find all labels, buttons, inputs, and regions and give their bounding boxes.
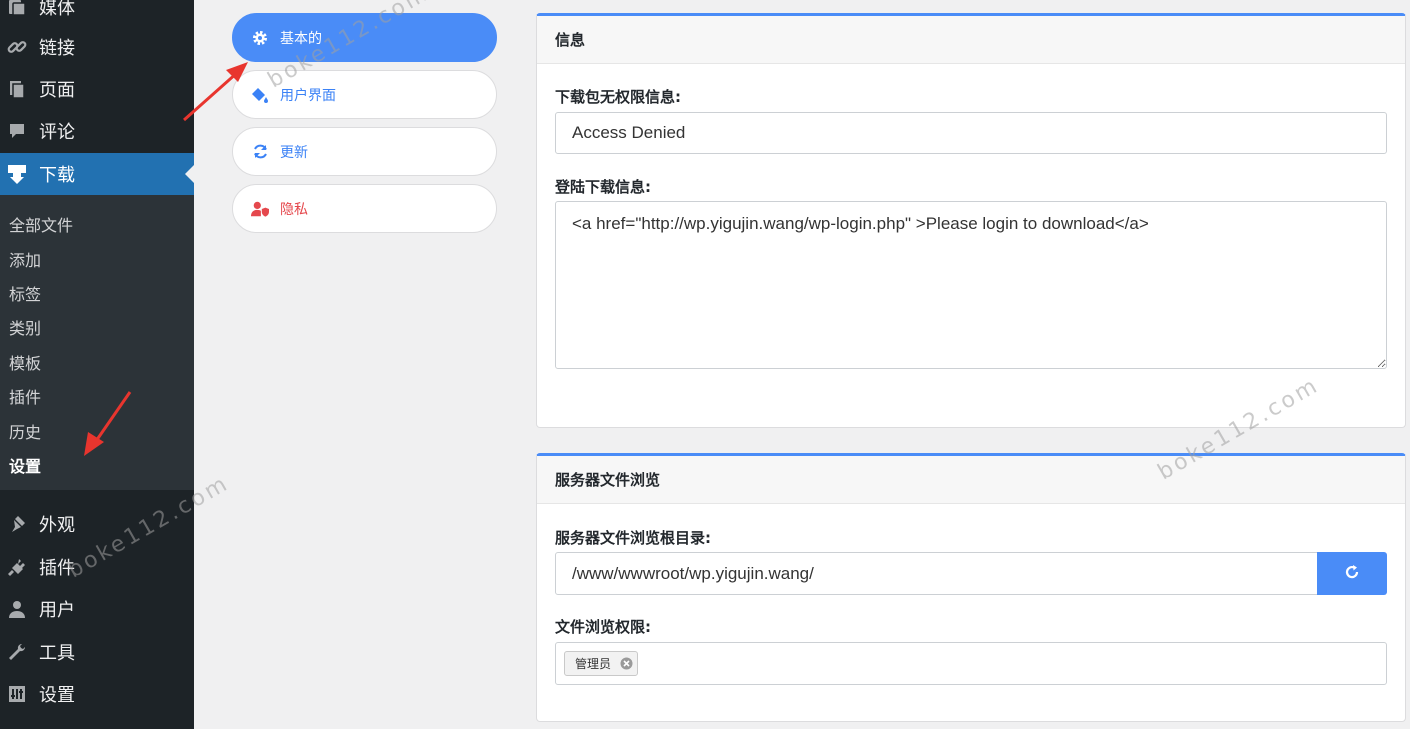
info-panel: 信息 下载包无权限信息: 登陆下载信息: <a href="http://wp.… bbox=[536, 13, 1406, 428]
menu-plugins-label: 插件 bbox=[39, 558, 75, 579]
gear-icon bbox=[251, 29, 269, 47]
admin-sidebar: 媒体 链接 页面 评论 下载 全部文件 添加 标签 类别 模板 插件 历史 设置 bbox=[0, 0, 194, 729]
plugins-icon bbox=[6, 556, 28, 578]
tab-basic-label: 基本的 bbox=[280, 30, 322, 47]
info-panel-title: 信息 bbox=[537, 16, 1405, 64]
comments-icon bbox=[6, 120, 28, 142]
menu-appearance-label: 外观 bbox=[39, 515, 75, 536]
tab-privacy[interactable]: 隐私 bbox=[232, 184, 497, 233]
submenu-tags[interactable]: 标签 bbox=[9, 281, 41, 305]
user-shield-icon bbox=[251, 200, 269, 218]
tab-update-label: 更新 bbox=[280, 144, 308, 161]
menu-users-label: 用户 bbox=[39, 600, 75, 621]
submenu-addons[interactable]: 插件 bbox=[9, 384, 41, 408]
menu-pages[interactable]: 页面 bbox=[0, 68, 194, 110]
menu-links[interactable]: 链接 bbox=[0, 26, 194, 68]
menu-download[interactable]: 下载 bbox=[0, 153, 194, 195]
menu-media[interactable]: 媒体 bbox=[0, 0, 194, 28]
menu-tools-label: 工具 bbox=[39, 643, 75, 664]
menu-pages-label: 页面 bbox=[39, 80, 75, 101]
root-dir-input[interactable] bbox=[555, 552, 1318, 595]
pages-icon bbox=[6, 78, 28, 100]
users-icon bbox=[6, 598, 28, 620]
menu-settings[interactable]: 设置 bbox=[0, 673, 194, 715]
menu-settings-label: 设置 bbox=[39, 685, 75, 706]
menu-comments[interactable]: 评论 bbox=[0, 110, 194, 152]
submenu-templates[interactable]: 模板 bbox=[9, 350, 41, 374]
menu-tools[interactable]: 工具 bbox=[0, 631, 194, 673]
login-message-textarea[interactable]: <a href="http://wp.yigujin.wang/wp-login… bbox=[555, 201, 1387, 369]
menu-plugins[interactable]: 插件 bbox=[0, 546, 194, 588]
tag-remove-icon[interactable] bbox=[619, 657, 633, 671]
root-dir-label: 服务器文件浏览根目录: bbox=[555, 529, 711, 547]
download-submenu: 全部文件 添加 标签 类别 模板 插件 历史 设置 bbox=[0, 195, 194, 490]
login-message-label: 登陆下载信息: bbox=[555, 178, 651, 196]
file-browser-panel-title: 服务器文件浏览 bbox=[537, 456, 1405, 504]
tab-basic[interactable]: 基本的 bbox=[232, 13, 497, 62]
menu-links-label: 链接 bbox=[39, 38, 75, 59]
refresh-button[interactable] bbox=[1317, 552, 1387, 595]
appearance-icon bbox=[6, 513, 28, 535]
permission-tag-admin: 管理员 bbox=[564, 651, 639, 676]
submenu-categories[interactable]: 类别 bbox=[9, 315, 41, 339]
menu-appearance[interactable]: 外观 bbox=[0, 503, 194, 545]
download-icon bbox=[6, 163, 28, 185]
paint-bucket-icon bbox=[251, 86, 269, 104]
settings-icon bbox=[6, 683, 28, 705]
media-icon bbox=[6, 0, 28, 18]
no-permission-input[interactable] bbox=[555, 112, 1387, 154]
submenu-settings[interactable]: 设置 bbox=[9, 453, 41, 477]
no-permission-label: 下载包无权限信息: bbox=[555, 88, 681, 106]
link-icon bbox=[6, 36, 28, 58]
tab-user-interface-label: 用户界面 bbox=[280, 87, 336, 104]
tab-update[interactable]: 更新 bbox=[232, 127, 497, 176]
submenu-all-files[interactable]: 全部文件 bbox=[9, 212, 73, 236]
tab-user-interface[interactable]: 用户界面 bbox=[232, 70, 497, 119]
browse-permission-select[interactable]: 管理员 bbox=[555, 642, 1387, 685]
permission-tag-label: 管理员 bbox=[575, 657, 612, 671]
browse-permission-label: 文件浏览权限: bbox=[555, 618, 651, 636]
tools-icon bbox=[6, 641, 28, 663]
menu-comments-label: 评论 bbox=[39, 122, 75, 143]
sync-icon bbox=[251, 143, 269, 161]
submenu-add[interactable]: 添加 bbox=[9, 247, 41, 271]
tab-privacy-label: 隐私 bbox=[280, 201, 308, 218]
submenu-history[interactable]: 历史 bbox=[9, 419, 41, 443]
menu-media-label: 媒体 bbox=[39, 0, 75, 19]
file-browser-panel: 服务器文件浏览 服务器文件浏览根目录: 文件浏览权限: 管理员 bbox=[536, 453, 1406, 722]
refresh-icon bbox=[1344, 564, 1360, 583]
menu-users[interactable]: 用户 bbox=[0, 588, 194, 630]
menu-download-label: 下载 bbox=[39, 165, 75, 186]
